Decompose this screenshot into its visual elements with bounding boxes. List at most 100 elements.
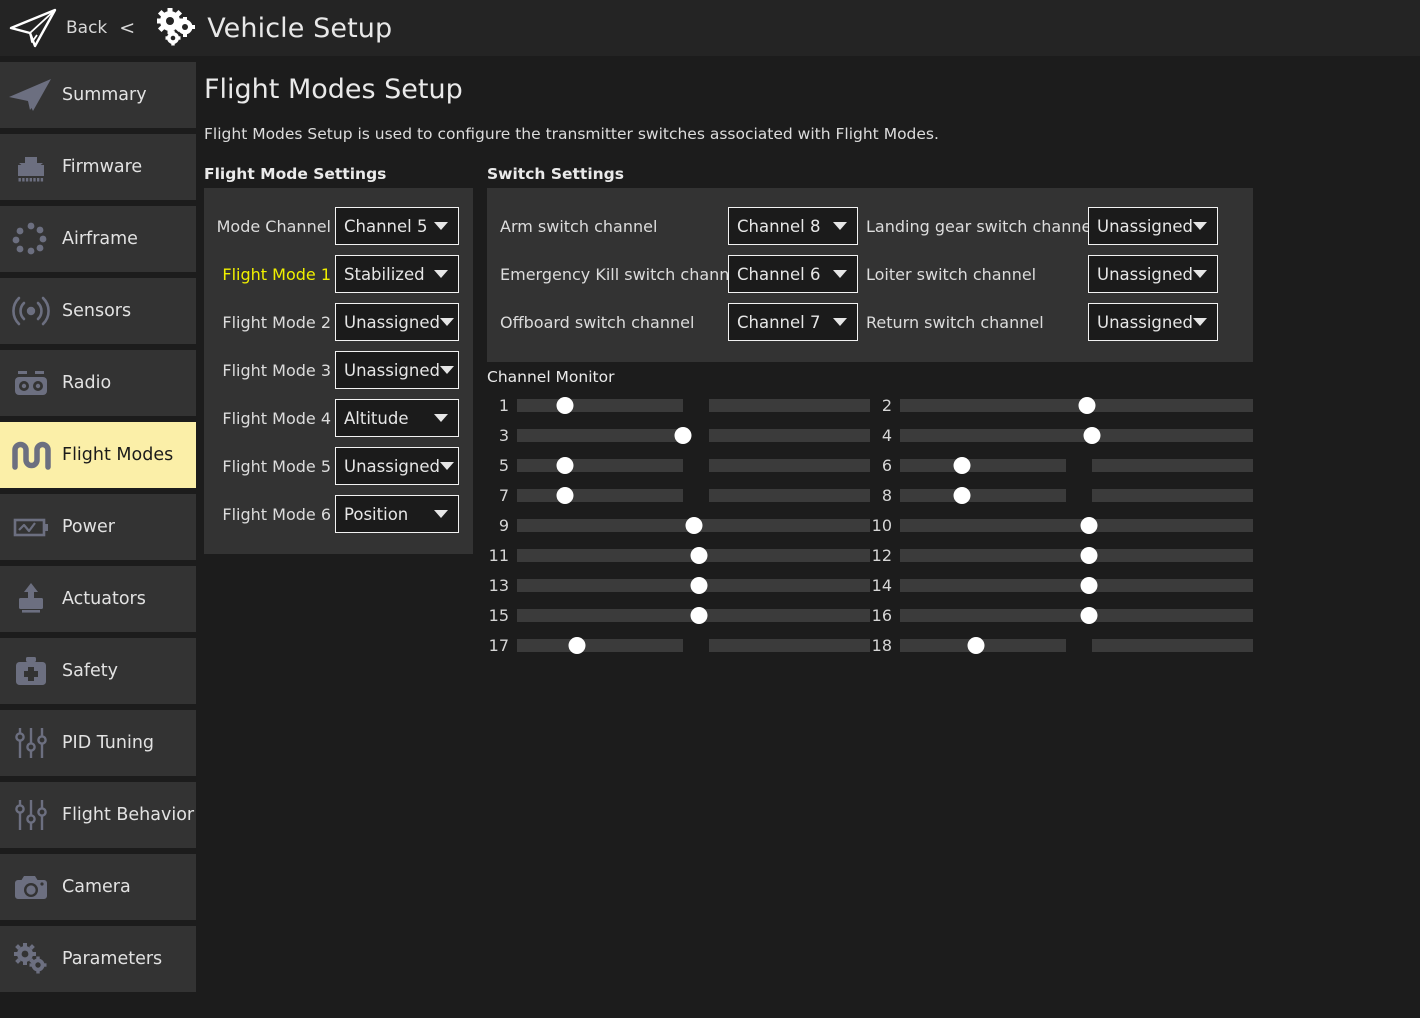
switch-select-left-2[interactable]: Channel 7 bbox=[728, 303, 858, 341]
channel-thumb bbox=[674, 427, 692, 444]
channel-monitor-row: 15 16 bbox=[487, 600, 1253, 630]
paper-plane-icon bbox=[0, 67, 62, 123]
chevron-down-icon bbox=[434, 270, 448, 278]
waveform-icon bbox=[0, 427, 62, 483]
switch-select-left-1[interactable]: Channel 6 bbox=[728, 255, 858, 293]
sidebar-item-label: Airframe bbox=[62, 229, 138, 249]
flight-mode-select-0[interactable]: Channel 5 bbox=[335, 207, 459, 245]
channel-slider bbox=[900, 630, 1253, 660]
flight-mode-select-3[interactable]: Unassigned bbox=[335, 351, 459, 389]
main-content: Flight Modes Setup Flight Modes Setup is… bbox=[204, 62, 1420, 1018]
page-description: Flight Modes Setup is used to configure … bbox=[204, 125, 939, 143]
channel-monitor-cell: 3 bbox=[487, 420, 870, 450]
flight-mode-select-6[interactable]: Position bbox=[335, 495, 459, 533]
flight-mode-select-1[interactable]: Stabilized bbox=[335, 255, 459, 293]
channel-monitor-row: 13 14 bbox=[487, 570, 1253, 600]
switch-select-left-0[interactable]: Channel 8 bbox=[728, 207, 858, 245]
channel-number: 4 bbox=[881, 425, 892, 445]
flight-mode-settings-panel: Mode Channel Channel 5 Flight Mode 1 Stabil… bbox=[204, 188, 473, 554]
channel-track-segment bbox=[1092, 459, 1253, 472]
channel-track-segment bbox=[1092, 489, 1253, 502]
sidebar-item-summary[interactable]: Summary bbox=[0, 62, 196, 128]
channel-thumb bbox=[1080, 517, 1098, 534]
channel-thumb bbox=[556, 397, 574, 414]
channel-number: 14 bbox=[871, 575, 892, 595]
sidebar-item-label: Sensors bbox=[62, 301, 132, 321]
channel-monitor-heading: Channel Monitor bbox=[487, 368, 615, 386]
flight-mode-label: Flight Mode 1 bbox=[222, 264, 331, 284]
sidebar-item-pid-tuning[interactable]: PID Tuning bbox=[0, 710, 196, 776]
switch-select-right-0-value: Unassigned bbox=[1097, 216, 1193, 236]
sidebar-item-label: Parameters bbox=[62, 949, 163, 969]
camera-icon bbox=[0, 859, 62, 915]
back-button-label[interactable]: Back bbox=[66, 18, 107, 38]
channel-slider bbox=[517, 420, 870, 450]
channel-monitor-cell: 4 bbox=[870, 420, 1253, 450]
switch-select-right-0[interactable]: Unassigned bbox=[1088, 207, 1218, 245]
switch-label-left: Offboard switch channel bbox=[500, 312, 695, 332]
sidebar-item-label: Summary bbox=[62, 85, 147, 105]
chevron-down-icon bbox=[434, 222, 448, 230]
flight-mode-select-4[interactable]: Altitude bbox=[335, 399, 459, 437]
channel-number: 1 bbox=[498, 395, 509, 415]
sidebar-item-radio[interactable]: Radio bbox=[0, 350, 196, 416]
paper-plane-icon[interactable] bbox=[6, 6, 62, 50]
flight-mode-select-5[interactable]: Unassigned bbox=[335, 447, 459, 485]
signal-waves-icon bbox=[0, 283, 62, 339]
channel-slider bbox=[517, 630, 870, 660]
sidebar-item-parameters[interactable]: Parameters bbox=[0, 926, 196, 992]
sidebar-item-flight-modes[interactable]: Flight Modes bbox=[0, 422, 196, 488]
airframe-dots-icon bbox=[0, 211, 62, 267]
top-bar: Back < Vehicle Setup bbox=[0, 0, 1420, 56]
channel-track-segment bbox=[709, 489, 870, 502]
sidebar-item-airframe[interactable]: Airframe bbox=[0, 206, 196, 272]
chevron-down-icon bbox=[439, 462, 454, 470]
channel-track bbox=[900, 609, 1253, 622]
channel-number: 17 bbox=[488, 635, 509, 655]
channel-thumb bbox=[690, 607, 708, 624]
channel-number: 5 bbox=[498, 455, 509, 475]
back-chevron-icon[interactable]: < bbox=[119, 17, 135, 39]
switch-settings-heading: Switch Settings bbox=[487, 165, 624, 183]
channel-number: 15 bbox=[488, 605, 509, 625]
channel-number: 2 bbox=[881, 395, 892, 415]
switch-select-right-2[interactable]: Unassigned bbox=[1088, 303, 1218, 341]
flight-mode-select-2-value: Unassigned bbox=[344, 312, 440, 332]
gears-icon bbox=[0, 931, 62, 987]
switch-label-left: Emergency Kill switch channel bbox=[500, 264, 744, 284]
flight-mode-label: Mode Channel bbox=[216, 216, 331, 236]
sidebar-item-power[interactable]: Power bbox=[0, 494, 196, 560]
flight-mode-label: Flight Mode 2 bbox=[222, 312, 331, 332]
channel-track bbox=[900, 429, 1253, 442]
sidebar-item-firmware[interactable]: Firmware bbox=[0, 134, 196, 200]
sidebar-item-sensors[interactable]: Sensors bbox=[0, 278, 196, 344]
channel-track-segment bbox=[517, 639, 683, 652]
sidebar-item-actuators[interactable]: Actuators bbox=[0, 566, 196, 632]
sidebar-item-safety[interactable]: Safety bbox=[0, 638, 196, 704]
channel-slider bbox=[517, 540, 870, 570]
channel-monitor-cell: 2 bbox=[870, 390, 1253, 420]
transmitter-icon bbox=[0, 355, 62, 411]
chevron-down-icon bbox=[833, 318, 847, 326]
switch-select-right-1[interactable]: Unassigned bbox=[1088, 255, 1218, 293]
switch-settings-row: Emergency Kill switch channel Channel 6 Lo… bbox=[487, 250, 1253, 298]
channel-number: 8 bbox=[881, 485, 892, 505]
flight-mode-select-4-value: Altitude bbox=[344, 408, 409, 428]
channel-number: 10 bbox=[871, 515, 892, 535]
channel-monitor-row: 3 4 bbox=[487, 420, 1253, 450]
channel-monitor-row: 1 2 bbox=[487, 390, 1253, 420]
flight-mode-select-6-value: Position bbox=[344, 504, 409, 524]
flight-mode-select-3-value: Unassigned bbox=[344, 360, 440, 380]
channel-monitor-row: 9 10 bbox=[487, 510, 1253, 540]
sidebar-item-label: PID Tuning bbox=[62, 733, 155, 753]
switch-label-right: Landing gear switch channel bbox=[866, 216, 1096, 236]
flight-mode-select-2[interactable]: Unassigned bbox=[335, 303, 459, 341]
channel-slider bbox=[900, 570, 1253, 600]
channel-track bbox=[900, 399, 1253, 412]
switch-label-left: Arm switch channel bbox=[500, 216, 658, 236]
channel-track-segment bbox=[517, 429, 683, 442]
sidebar-item-camera[interactable]: Camera bbox=[0, 854, 196, 920]
sidebar-item-flight-behavior[interactable]: Flight Behavior bbox=[0, 782, 196, 848]
flight-mode-select-1-value: Stabilized bbox=[344, 264, 425, 284]
channel-monitor-cell: 1 bbox=[487, 390, 870, 420]
